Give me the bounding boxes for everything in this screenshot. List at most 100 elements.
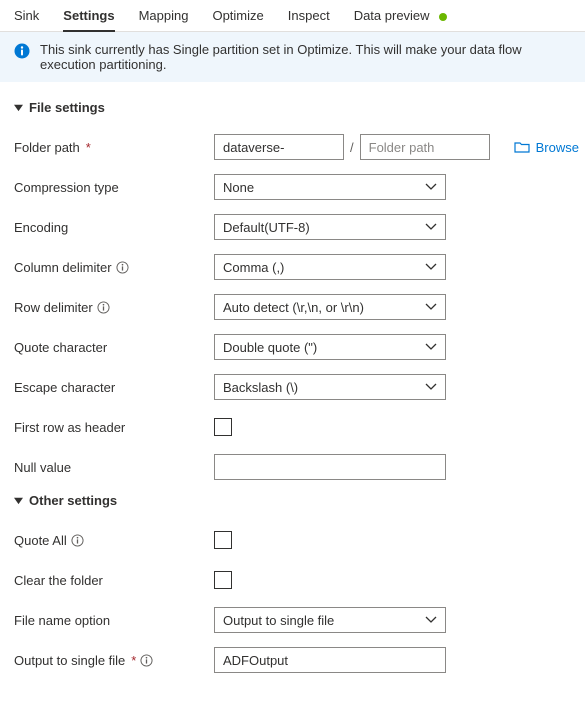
select-value: Backslash (\) <box>223 380 298 395</box>
tab-settings[interactable]: Settings <box>63 8 114 31</box>
compression-type-select[interactable]: None <box>214 174 446 200</box>
label-folder-path: Folder path * <box>14 140 214 155</box>
browse-button[interactable]: Browse <box>514 140 579 155</box>
label-text: Clear the folder <box>14 573 103 588</box>
row-encoding: Encoding Default(UTF-8) <box>14 213 571 241</box>
label-quote-character: Quote character <box>14 340 214 355</box>
info-banner-text: This sink currently has Single partition… <box>40 42 571 72</box>
label-text: Quote All <box>14 533 67 548</box>
label-encoding: Encoding <box>14 220 214 235</box>
row-delimiter-select[interactable]: Auto detect (\r,\n, or \r\n) <box>214 294 446 320</box>
label-output-single-file: Output to single file * <box>14 653 214 668</box>
label-compression-type: Compression type <box>14 180 214 195</box>
info-icon[interactable] <box>71 534 84 547</box>
info-icon[interactable] <box>140 654 153 667</box>
info-icon[interactable] <box>116 261 129 274</box>
row-compression-type: Compression type None <box>14 173 571 201</box>
encoding-select[interactable]: Default(UTF-8) <box>214 214 446 240</box>
label-text: Escape character <box>14 380 115 395</box>
select-value: None <box>223 180 254 195</box>
tab-mapping[interactable]: Mapping <box>139 8 189 31</box>
section-other-settings[interactable]: Other settings <box>14 493 571 508</box>
path-separator: / <box>350 140 354 155</box>
label-text: File name option <box>14 613 110 628</box>
tab-inspect[interactable]: Inspect <box>288 8 330 31</box>
tab-bar: Sink Settings Mapping Optimize Inspect D… <box>0 0 585 32</box>
folder-path-input-1[interactable] <box>214 134 344 160</box>
label-first-row-header: First row as header <box>14 420 214 435</box>
required-asterisk-icon: * <box>131 653 136 668</box>
label-text: Quote character <box>14 340 107 355</box>
quote-character-select[interactable]: Double quote (") <box>214 334 446 360</box>
row-escape-character: Escape character Backslash (\) <box>14 373 571 401</box>
label-column-delimiter: Column delimiter <box>14 260 214 275</box>
status-dot-icon <box>439 13 447 21</box>
tab-label: Settings <box>63 8 114 23</box>
label-text: Compression type <box>14 180 119 195</box>
select-value: Double quote (") <box>223 340 317 355</box>
tab-label: Sink <box>14 8 39 23</box>
folder-path-input-2[interactable] <box>360 134 490 160</box>
caret-down-icon <box>14 496 23 505</box>
row-column-delimiter: Column delimiter Comma (,) <box>14 253 571 281</box>
section-title: File settings <box>29 100 105 115</box>
caret-down-icon <box>14 103 23 112</box>
label-quote-all: Quote All <box>14 533 214 548</box>
row-row-delimiter: Row delimiter Auto detect (\r,\n, or \r\… <box>14 293 571 321</box>
clear-folder-checkbox[interactable] <box>214 571 232 589</box>
label-file-name-option: File name option <box>14 613 214 628</box>
row-null-value: Null value <box>14 453 571 481</box>
row-quote-character: Quote character Double quote (") <box>14 333 571 361</box>
label-row-delimiter: Row delimiter <box>14 300 214 315</box>
row-quote-all: Quote All <box>14 526 571 554</box>
select-value: Comma (,) <box>223 260 284 275</box>
chevron-down-icon <box>425 223 437 231</box>
first-row-header-checkbox[interactable] <box>214 418 232 436</box>
label-text: Null value <box>14 460 71 475</box>
label-escape-character: Escape character <box>14 380 214 395</box>
chevron-down-icon <box>425 383 437 391</box>
chevron-down-icon <box>425 303 437 311</box>
row-output-single-file: Output to single file * <box>14 646 571 674</box>
tab-data-preview[interactable]: Data preview <box>354 8 448 31</box>
tab-label: Data preview <box>354 8 430 23</box>
chevron-down-icon <box>425 263 437 271</box>
info-icon[interactable] <box>97 301 110 314</box>
escape-character-select[interactable]: Backslash (\) <box>214 374 446 400</box>
select-value: Auto detect (\r,\n, or \r\n) <box>223 300 364 315</box>
settings-content: File settings Folder path * / Browse Comp… <box>0 82 585 706</box>
section-file-settings[interactable]: File settings <box>14 100 571 115</box>
required-asterisk-icon: * <box>86 140 91 155</box>
column-delimiter-select[interactable]: Comma (,) <box>214 254 446 280</box>
tab-optimize[interactable]: Optimize <box>212 8 263 31</box>
label-text: Output to single file <box>14 653 125 668</box>
folder-icon <box>514 140 530 154</box>
section-title: Other settings <box>29 493 117 508</box>
info-icon <box>14 43 30 59</box>
output-single-file-input[interactable] <box>214 647 446 673</box>
chevron-down-icon <box>425 183 437 191</box>
quote-all-checkbox[interactable] <box>214 531 232 549</box>
label-text: First row as header <box>14 420 125 435</box>
tab-label: Mapping <box>139 8 189 23</box>
chevron-down-icon <box>425 616 437 624</box>
info-banner: This sink currently has Single partition… <box>0 32 585 82</box>
label-text: Row delimiter <box>14 300 93 315</box>
chevron-down-icon <box>425 343 437 351</box>
row-clear-folder: Clear the folder <box>14 566 571 594</box>
label-null-value: Null value <box>14 460 214 475</box>
tab-sink[interactable]: Sink <box>14 8 39 31</box>
select-value: Default(UTF-8) <box>223 220 310 235</box>
tab-label: Inspect <box>288 8 330 23</box>
row-folder-path: Folder path* / Browse <box>14 133 571 161</box>
tab-label: Optimize <box>212 8 263 23</box>
select-value: Output to single file <box>223 613 334 628</box>
label-text: Folder path <box>14 140 80 155</box>
label-text: Column delimiter <box>14 260 112 275</box>
row-file-name-option: File name option Output to single file <box>14 606 571 634</box>
browse-label: Browse <box>536 140 579 155</box>
null-value-input[interactable] <box>214 454 446 480</box>
label-text: Encoding <box>14 220 68 235</box>
label-clear-folder: Clear the folder <box>14 573 214 588</box>
file-name-option-select[interactable]: Output to single file <box>214 607 446 633</box>
